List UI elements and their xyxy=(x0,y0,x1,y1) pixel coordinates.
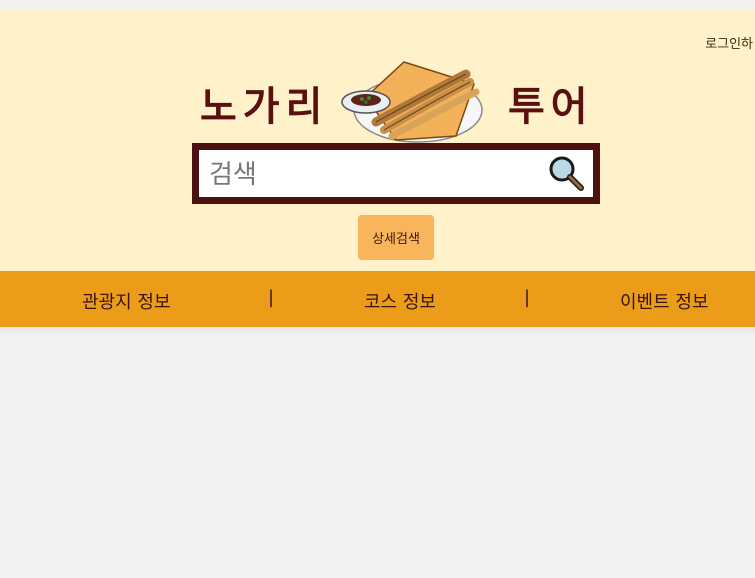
nav-item-courses[interactable]: 코스 정보 xyxy=(364,288,436,314)
nav-separator: | xyxy=(268,287,275,308)
search-input[interactable] xyxy=(207,156,531,194)
search-box xyxy=(192,143,600,204)
site-title-right: 투어 xyxy=(508,83,594,130)
nav-item-attractions[interactable]: 관광지 정보 xyxy=(82,288,171,314)
nav-separator: | xyxy=(524,287,531,308)
nav-shadow xyxy=(0,327,755,335)
site-title-left: 노가리 xyxy=(200,83,329,130)
top-strip xyxy=(0,0,755,9)
main-nav: 관광지 정보 | 코스 정보 | 이벤트 정보 xyxy=(0,271,755,327)
magnifier-icon[interactable] xyxy=(547,154,585,192)
login-link[interactable]: 로그인하 xyxy=(705,33,753,52)
detail-search-button[interactable]: 상세검색 xyxy=(358,215,434,260)
nav-item-events[interactable]: 이벤트 정보 xyxy=(620,288,709,314)
dried-fish-plate-icon xyxy=(341,61,483,143)
